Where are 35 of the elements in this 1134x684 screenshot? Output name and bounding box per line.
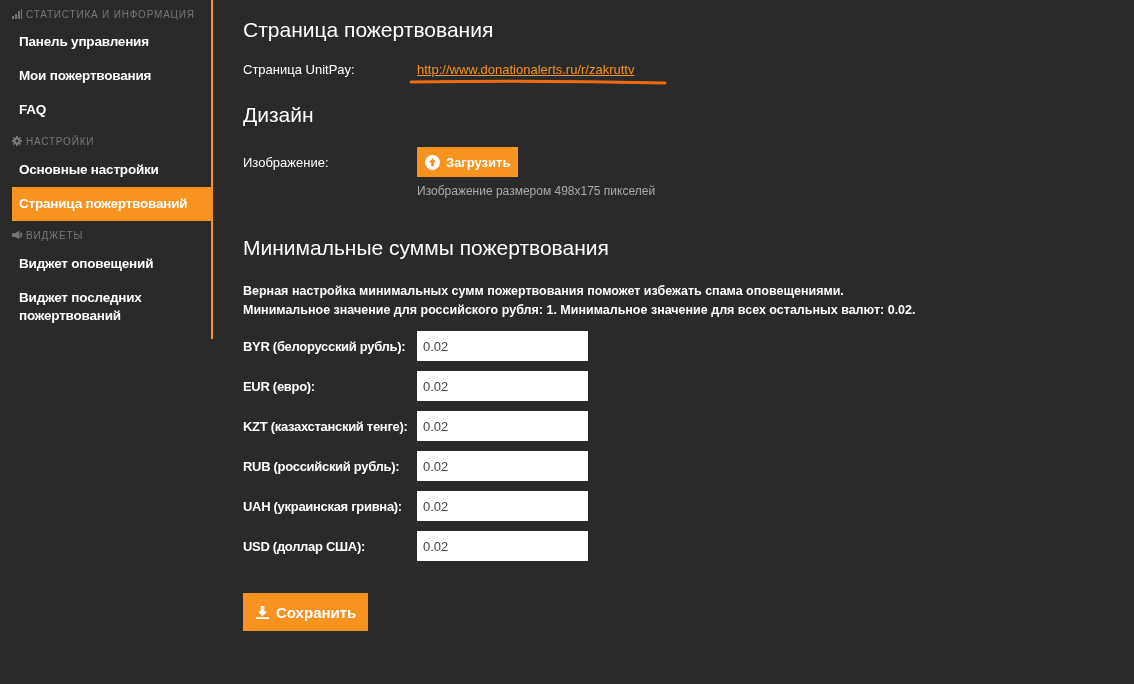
download-icon — [255, 604, 270, 620]
megaphone-icon — [12, 230, 22, 240]
amount-input[interactable]: 0.02 — [417, 411, 588, 441]
amount-input[interactable]: 0.02 — [417, 531, 588, 561]
field-label: UAH (украинская гривна): — [243, 498, 403, 514]
description-text: Минимальное значение для российского рубля: 1. Минимальное значение для всех остальных валют: 0.02. — [243, 302, 917, 319]
section-heading: Страница пожертвования — [243, 17, 495, 43]
sidebar-item[interactable]: Мои пожертвования — [12, 59, 211, 93]
field-label: BYR (белорусский рубль): — [243, 338, 407, 354]
gear-icon — [12, 136, 22, 146]
amount-input[interactable]: 0.02 — [417, 491, 588, 521]
section-title: ВИДЖЕТЫ — [26, 229, 84, 241]
amount-input[interactable]: 0.02 — [417, 451, 588, 481]
amount-input[interactable]: 0.02 — [417, 331, 588, 361]
sidebar-item[interactable]: Виджет оповещений — [12, 247, 211, 281]
field-label: USD (доллар США): — [243, 538, 366, 554]
field-label: KZT (казахстанский тенге): — [243, 418, 409, 434]
sidebar-item[interactable]: Панель управления — [12, 25, 211, 59]
amount-input[interactable]: 0.02 — [417, 371, 588, 401]
sidebar-item[interactable]: Виджет последних пожертвований — [12, 281, 211, 333]
sidebar-item[interactable]: Основные настройки — [12, 153, 211, 187]
bar-chart-icon — [12, 9, 22, 19]
hint-text: Изображение размером 498x175 пикселей — [417, 184, 656, 198]
section-heading: Дизайн — [243, 102, 315, 128]
field-label: Страница UnitPay: — [243, 62, 356, 77]
field-label: RUB (российский рубль): — [243, 458, 401, 474]
sidebar-item[interactable]: FAQ — [12, 93, 211, 127]
section-title: НАСТРОЙКИ — [26, 135, 95, 147]
field-label: EUR (евро): — [243, 378, 316, 394]
field-label: Изображение: — [243, 155, 330, 170]
section-title: СТАТИСТИКА И ИНФОРМАЦИЯ — [26, 8, 195, 20]
donation-link[interactable]: http://www.donationalerts.ru/r/zakruttv — [417, 62, 635, 77]
description-text: Верная настройка минимальных сумм пожертвования поможет избежать спама оповещениями. — [243, 283, 845, 300]
upload-icon — [425, 154, 440, 170]
section-heading: Минимальные суммы пожертвования — [243, 235, 610, 261]
